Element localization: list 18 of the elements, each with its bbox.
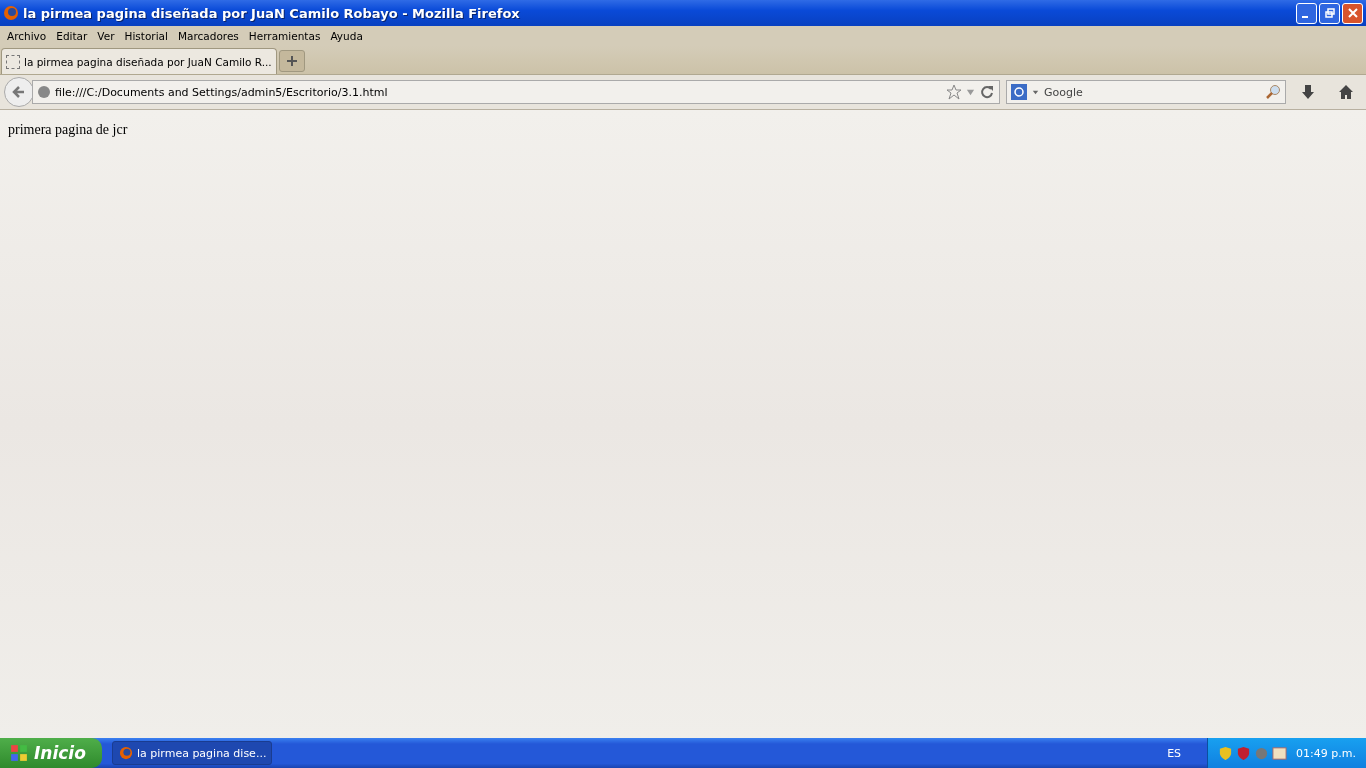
address-field[interactable]: file:///C:/Documents and Settings/admin5/Escritorio/3.1.html — [55, 85, 942, 99]
menu-item[interactable]: Herramientas — [243, 30, 326, 42]
menu-item[interactable]: Editar — [51, 30, 93, 42]
address-bar[interactable]: file:///C:/Documents and Settings/admin5/Escritorio/3.1.html — [32, 80, 1000, 104]
search-bar[interactable]: Google — [1006, 80, 1286, 104]
taskbar-button[interactable]: la pirmea pagina dise... — [112, 741, 272, 765]
language-indicator[interactable]: ES — [1167, 746, 1182, 760]
menu-item[interactable]: Historial — [119, 30, 173, 42]
menu-item[interactable]: Ver — [92, 30, 120, 42]
clock: 01:49 p.m. — [1296, 746, 1356, 760]
start-button[interactable]: Inicio — [0, 738, 102, 768]
menu-item[interactable]: Archivo — [2, 30, 52, 42]
search-field[interactable]: Google — [1044, 85, 1261, 99]
menu-item[interactable]: Marcadores — [172, 30, 244, 42]
page-text: primera pagina de jcr — [8, 122, 128, 138]
browser-tab[interactable]: la pirmea pagina diseñada por JuaN Camilo R... — [1, 48, 277, 74]
window-title: la pirmea pagina diseñada por JuaN Camilo Robayo - Mozilla Firefox — [23, 5, 521, 21]
menu-item[interactable]: Ayuda — [325, 30, 368, 42]
